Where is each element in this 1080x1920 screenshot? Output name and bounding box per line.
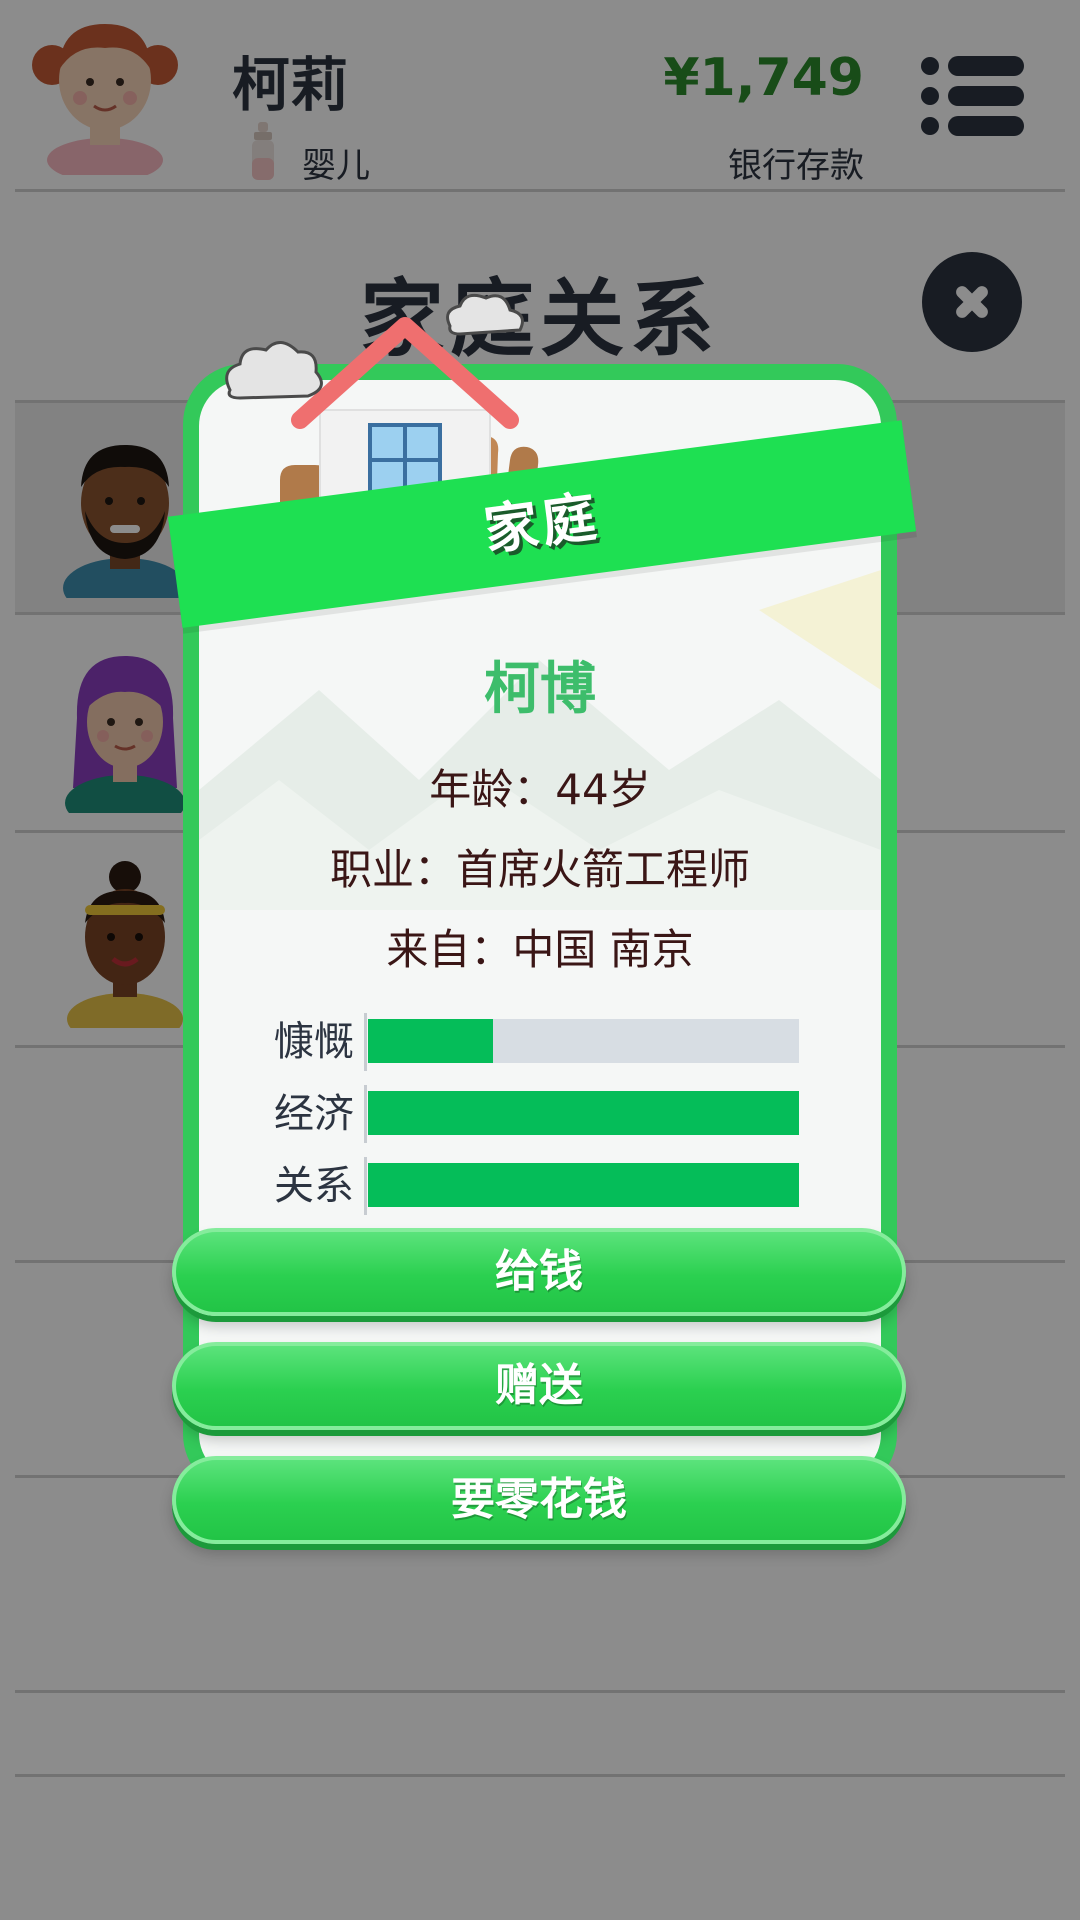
stat-label: 关系 <box>274 1163 354 1209</box>
age-info: 年龄：44岁 <box>429 765 651 814</box>
stat-tick <box>364 1157 367 1215</box>
family-member-name: 柯博 <box>484 657 596 722</box>
stat-bar-fill <box>368 1163 799 1207</box>
stat-bar-track <box>368 1163 799 1207</box>
gift-button[interactable]: 赠送 <box>172 1342 906 1430</box>
stat-label: 经济 <box>274 1091 354 1137</box>
stat-bar-fill <box>368 1019 493 1063</box>
stat-economy: 经济 <box>250 1085 810 1143</box>
stat-bar-track <box>368 1019 799 1063</box>
stat-label: 慷慨 <box>274 1019 354 1065</box>
origin-info: 来自：中国 南京 <box>386 925 694 974</box>
give-money-button[interactable]: 给钱 <box>172 1228 906 1316</box>
stat-generosity: 慷慨 <box>250 1013 810 1071</box>
stat-bar-fill <box>368 1091 799 1135</box>
ask-allowance-button[interactable]: 要零花钱 <box>172 1456 906 1544</box>
stat-bar-track <box>368 1091 799 1135</box>
stat-relationship: 关系 <box>250 1157 810 1215</box>
stat-tick <box>364 1085 367 1143</box>
occupation-info: 职业：首席火箭工程师 <box>329 845 750 894</box>
stat-tick <box>364 1013 367 1071</box>
